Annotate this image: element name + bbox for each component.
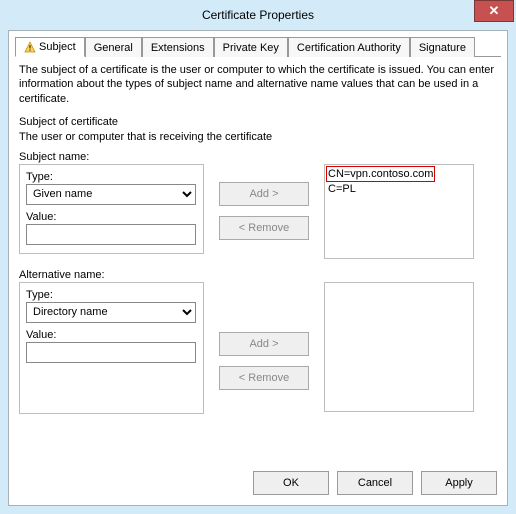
alt-name-fields: Type: Directory name Value:: [19, 282, 204, 414]
close-button[interactable]: ✕: [474, 0, 514, 22]
apply-button[interactable]: Apply: [421, 471, 497, 495]
value-label: Value:: [26, 211, 197, 223]
alt-name-row: Type: Directory name Value: Add > < Remo…: [19, 282, 497, 414]
tab-signature[interactable]: Signature: [410, 37, 475, 57]
value-label: Value:: [26, 329, 197, 341]
subject-name-row: Type: Given name Value: Add > < Remove C…: [19, 164, 497, 259]
close-icon: ✕: [489, 3, 500, 19]
intro-text: The subject of a certificate is the user…: [19, 63, 497, 106]
alt-remove-button[interactable]: < Remove: [219, 366, 309, 390]
type-label: Type:: [26, 289, 197, 301]
subject-value-input[interactable]: [26, 224, 196, 245]
tab-general[interactable]: General: [85, 37, 142, 57]
subject-list[interactable]: CN=vpn.contoso.com C=PL: [324, 164, 474, 259]
title-bar: Certificate Properties ✕: [0, 0, 516, 30]
tab-subject[interactable]: Subject: [15, 37, 85, 57]
tab-label: Subject: [39, 41, 76, 53]
subject-list-item: C=PL: [328, 183, 356, 195]
subject-remove-button[interactable]: < Remove: [219, 216, 309, 240]
ok-button[interactable]: OK: [253, 471, 329, 495]
subject-list-item-highlighted: CN=vpn.contoso.com: [326, 166, 435, 182]
tab-label: Private Key: [223, 42, 279, 54]
tab-label: Signature: [419, 42, 466, 54]
subject-name-fields: Type: Given name Value:: [19, 164, 204, 254]
receiving-desc: The user or computer that is receiving t…: [19, 131, 497, 143]
tab-strip: Subject General Extensions Private Key C…: [15, 36, 501, 57]
tab-extensions[interactable]: Extensions: [142, 37, 214, 57]
type-label: Type:: [26, 171, 197, 183]
tab-label: Extensions: [151, 42, 205, 54]
alt-list[interactable]: [324, 282, 474, 412]
tab-label: General: [94, 42, 133, 54]
subject-type-select[interactable]: Given name: [26, 184, 196, 205]
window-title: Certificate Properties: [202, 8, 314, 22]
alt-value-input[interactable]: [26, 342, 196, 363]
warning-icon: [24, 41, 36, 53]
dialog-footer: OK Cancel Apply: [253, 471, 497, 495]
alt-name-label: Alternative name:: [19, 269, 497, 281]
cancel-button[interactable]: Cancel: [337, 471, 413, 495]
alt-button-col: Add > < Remove: [219, 282, 309, 390]
subject-add-button[interactable]: Add >: [219, 182, 309, 206]
alt-type-select[interactable]: Directory name: [26, 302, 196, 323]
subject-name-label: Subject name:: [19, 151, 497, 163]
tab-content: The subject of a certificate is the user…: [15, 57, 501, 420]
tab-label: Certification Authority: [297, 42, 401, 54]
dialog-body: Subject General Extensions Private Key C…: [8, 30, 508, 506]
subject-button-col: Add > < Remove: [219, 164, 309, 240]
alt-add-button[interactable]: Add >: [219, 332, 309, 356]
tab-cert-authority[interactable]: Certification Authority: [288, 37, 410, 57]
subject-of-cert-label: Subject of certificate: [19, 116, 497, 128]
tab-private-key[interactable]: Private Key: [214, 37, 288, 57]
